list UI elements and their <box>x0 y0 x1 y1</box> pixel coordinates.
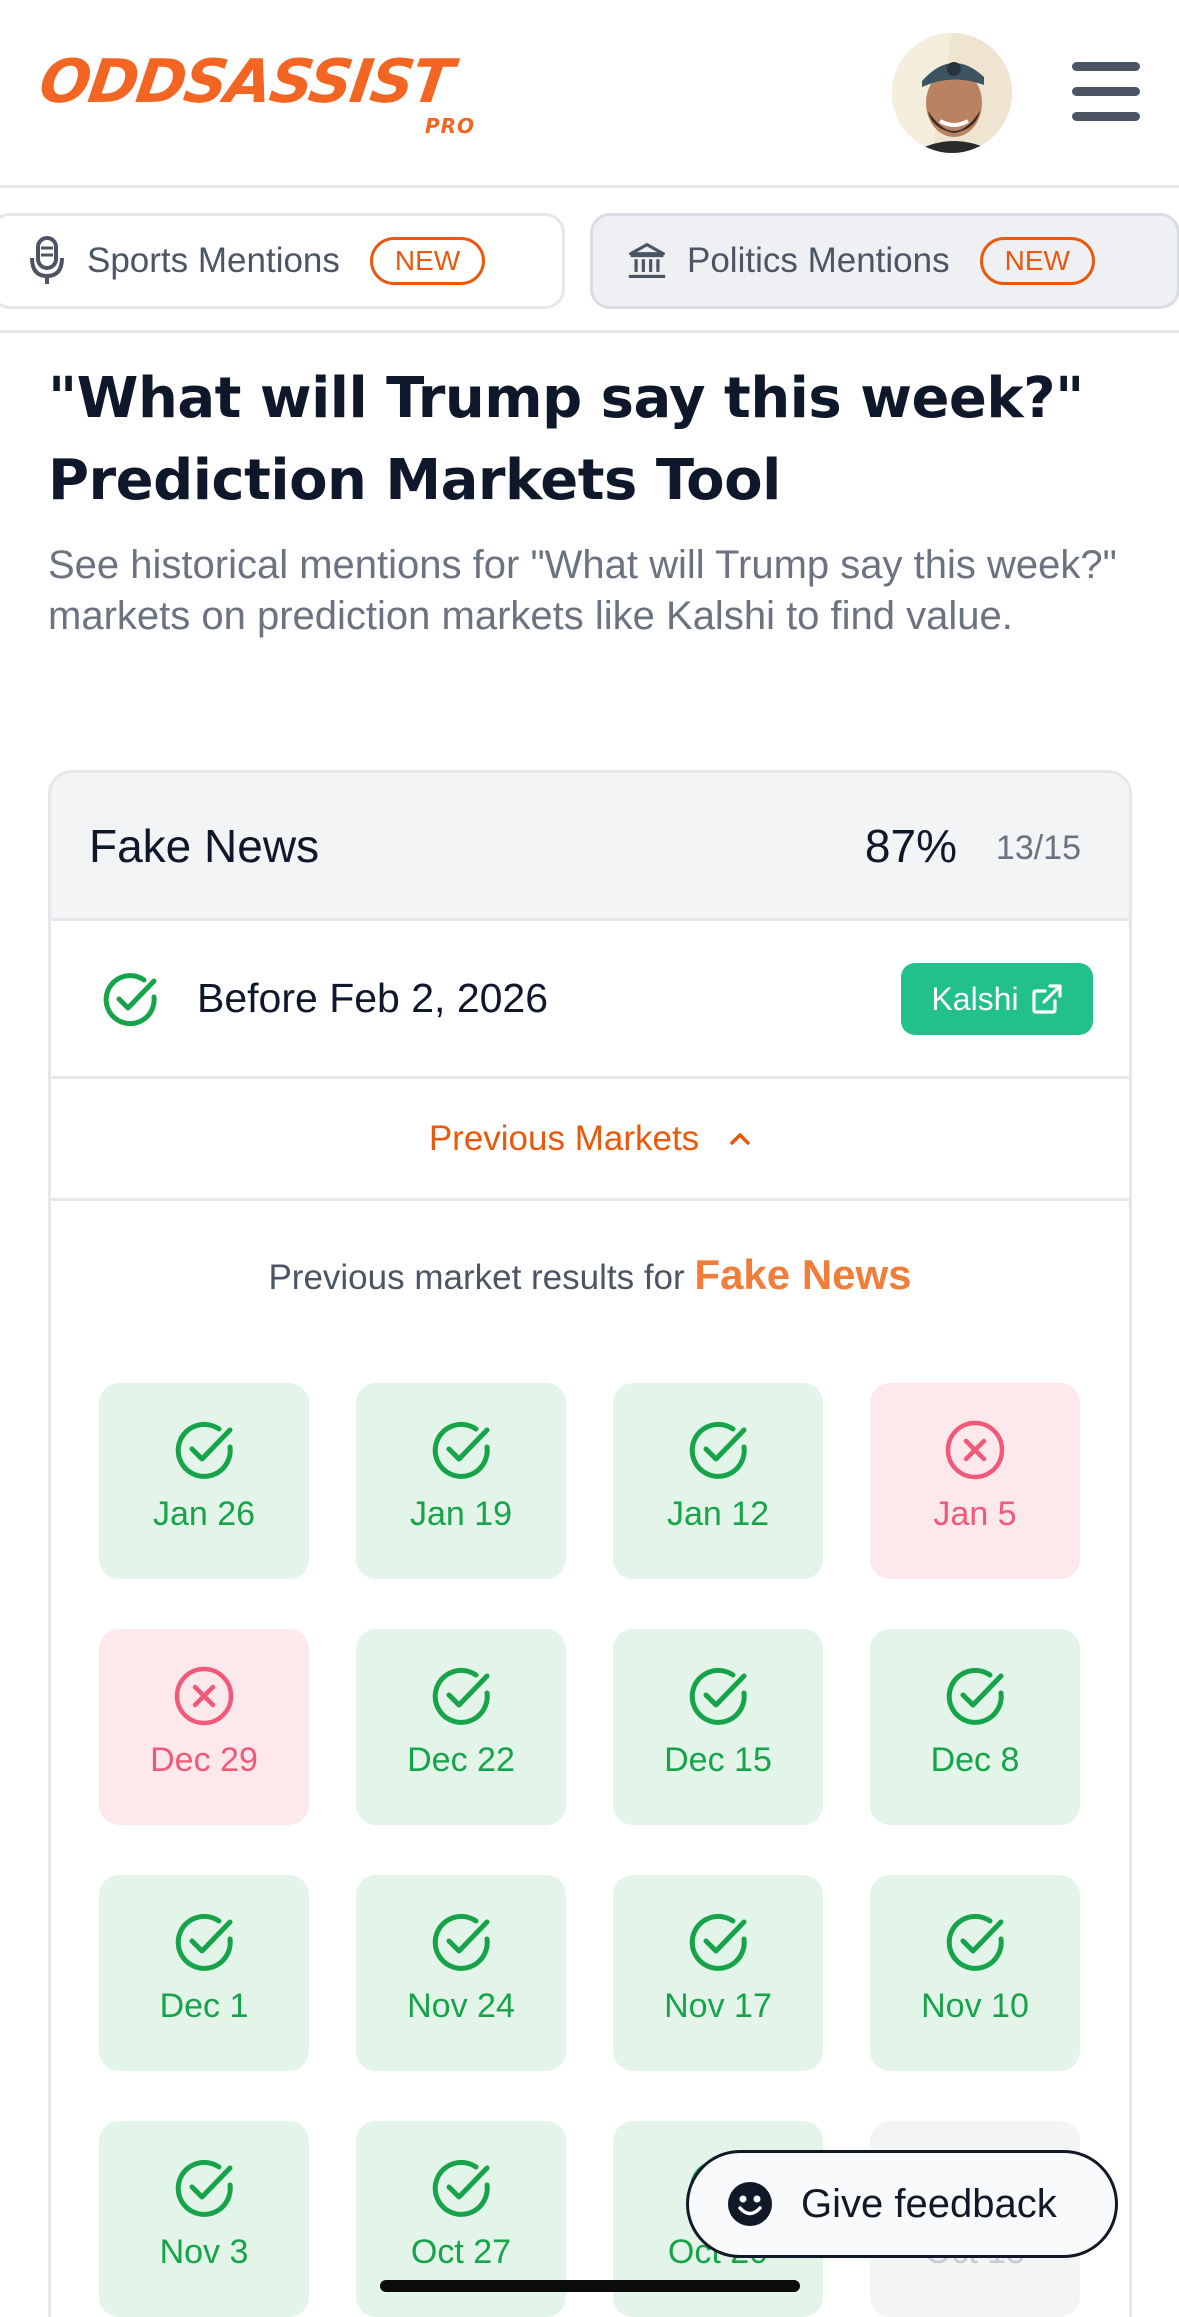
page-title: "What will Trump say this week?" Predict… <box>48 358 1138 522</box>
check-circle-icon <box>687 1665 749 1727</box>
microphone-icon <box>27 235 67 287</box>
page-title-line2: Prediction Markets Tool <box>48 448 781 513</box>
government-building-icon <box>627 235 667 287</box>
result-date: Dec 1 <box>159 1987 249 2025</box>
result-cell: Nov 24 <box>356 1875 566 2071</box>
result-date: Dec 15 <box>664 1741 772 1779</box>
logo-sub-text: PRO <box>424 114 475 138</box>
result-cell: Jan 12 <box>613 1383 823 1579</box>
result-date: Jan 19 <box>409 1495 513 1533</box>
result-cell: Jan 19 <box>356 1383 566 1579</box>
result-date: Dec 29 <box>150 1741 258 1779</box>
x-circle-icon <box>944 1419 1006 1481</box>
current-market-row: Before Feb 2, 2026 Kalshi <box>51 921 1129 1079</box>
result-date: Nov 10 <box>921 1987 1029 2025</box>
give-feedback-button[interactable]: Give feedback <box>686 2150 1118 2258</box>
result-date: Oct 27 <box>410 2233 512 2271</box>
oddsassist-logo[interactable]: ODDSASSIST PRO <box>35 47 495 142</box>
result-date: Nov 3 <box>159 2233 249 2271</box>
tab-politics-mentions[interactable]: Politics Mentions NEW <box>590 213 1179 309</box>
check-circle-icon <box>687 1911 749 1973</box>
new-badge: NEW <box>369 236 486 286</box>
page-subtitle: See historical mentions for "What will T… <box>48 543 1117 638</box>
check-circle-icon <box>430 2157 492 2219</box>
logo-text: ODDSASSIST <box>35 47 456 117</box>
result-date: Jan 26 <box>152 1495 256 1533</box>
previous-markets-label: Previous Markets <box>428 1118 700 1158</box>
check-circle-icon <box>430 1911 492 1973</box>
smiley-icon <box>728 2182 772 2226</box>
give-feedback-label: Give feedback <box>801 2181 1057 2226</box>
mention-card: Fake News 87% 13/15 Before Feb 2, 2026 K… <box>48 770 1132 2317</box>
previous-results-heading: Previous market results for Fake News <box>51 1251 1129 1299</box>
chevron-up-icon <box>730 1132 750 1145</box>
result-date: Jan 5 <box>933 1495 1017 1533</box>
external-link-icon <box>1031 984 1062 1014</box>
result-cell: Jan 26 <box>99 1383 309 1579</box>
x-circle-icon <box>173 1665 235 1727</box>
result-date: Dec 8 <box>930 1741 1020 1779</box>
result-cell: Dec 8 <box>870 1629 1080 1825</box>
check-circle-icon <box>944 1911 1006 1973</box>
tab-label: Politics Mentions <box>687 241 950 280</box>
check-circle-icon <box>173 1911 235 1973</box>
page-title-line1: "What will Trump say this week?" <box>48 366 1084 431</box>
result-cell: Nov 10 <box>870 1875 1080 2071</box>
result-cell: Nov 3 <box>99 2121 309 2317</box>
card-header: Fake News 87% 13/15 <box>51 773 1129 921</box>
user-avatar[interactable] <box>892 33 1012 153</box>
check-circle-icon <box>944 1665 1006 1727</box>
home-indicator <box>380 2280 800 2292</box>
tab-sports-mentions[interactable]: Sports Mentions NEW <box>0 213 565 309</box>
hamburger-menu-icon[interactable] <box>1072 62 1142 122</box>
tab-label: Sports Mentions <box>87 241 340 280</box>
market-deadline: Before Feb 2, 2026 <box>197 975 549 1021</box>
result-cell: Nov 17 <box>613 1875 823 2071</box>
results-prefix: Previous market results for <box>268 1258 685 1297</box>
kalshi-link-button[interactable]: Kalshi <box>901 963 1093 1035</box>
kalshi-link-label: Kalshi <box>931 980 1019 1017</box>
mentions-tabs: Sports Mentions NEW Politics Mentions NE… <box>0 191 1179 333</box>
check-circle-icon <box>430 1665 492 1727</box>
check-circle-icon <box>687 1419 749 1481</box>
check-circle-icon <box>173 1419 235 1481</box>
result-date: Jan 12 <box>666 1495 770 1533</box>
result-date: Nov 24 <box>407 1987 515 2025</box>
result-date: Dec 22 <box>407 1741 515 1779</box>
hit-rate-percent: 87% <box>864 820 957 872</box>
check-circle-icon <box>173 2157 235 2219</box>
new-badge: NEW <box>979 236 1095 286</box>
result-date: Nov 17 <box>664 1987 772 2025</box>
result-cell: Dec 29 <box>99 1629 309 1825</box>
check-circle-icon <box>101 971 159 1029</box>
results-term: Fake News <box>694 1251 912 1298</box>
mention-term: Fake News <box>89 820 320 872</box>
hit-rate-fraction: 13/15 <box>995 829 1081 867</box>
previous-markets-toggle[interactable]: Previous Markets <box>51 1079 1129 1201</box>
result-cell: Jan 5 <box>870 1383 1080 1579</box>
result-cell: Dec 15 <box>613 1629 823 1825</box>
check-circle-icon <box>430 1419 492 1481</box>
result-cell: Dec 1 <box>99 1875 309 2071</box>
app-header: ODDSASSIST PRO <box>0 0 1179 188</box>
result-cell: Dec 22 <box>356 1629 566 1825</box>
